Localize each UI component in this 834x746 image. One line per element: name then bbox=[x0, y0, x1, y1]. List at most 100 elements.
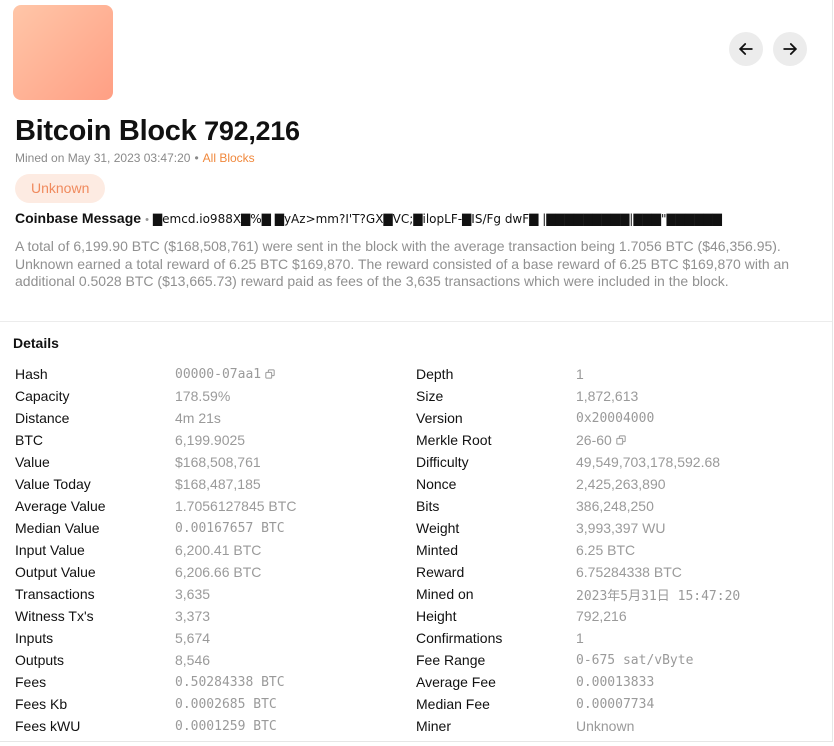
detail-row-bits: Bits 386,248,250 bbox=[416, 495, 740, 517]
copy-icon[interactable] bbox=[265, 369, 275, 379]
detail-value: 26-60 bbox=[576, 432, 626, 448]
detail-label: Minted bbox=[416, 542, 459, 558]
detail-row-hash: Hash 00000-07aa1 bbox=[15, 363, 296, 385]
detail-value: 00000-07aa1 bbox=[175, 367, 275, 382]
detail-value: 3,635 bbox=[175, 586, 210, 602]
detail-label: Fees kWU bbox=[15, 718, 81, 734]
detail-value-text: 6,200.41 BTC bbox=[175, 542, 262, 558]
detail-value-text: $168,508,761 bbox=[175, 454, 261, 470]
detail-value-text: 6,199.9025 bbox=[175, 432, 246, 448]
detail-row-fee-range: Fee Range 0-675 sat/vByte bbox=[416, 649, 740, 671]
detail-value: 3,373 bbox=[175, 608, 210, 624]
detail-value: 0.0002685 BTC bbox=[175, 697, 277, 712]
detail-label: Mined on bbox=[416, 586, 474, 602]
detail-value-text: 8,546 bbox=[175, 652, 211, 668]
detail-value: 1 bbox=[576, 630, 584, 646]
detail-value-text: 26-60 bbox=[576, 432, 612, 448]
miner-badge: Unknown bbox=[15, 174, 106, 203]
detail-value-text: 0.00167657 BTC bbox=[175, 520, 285, 536]
all-blocks-link[interactable]: All Blocks bbox=[203, 151, 255, 165]
detail-value: 49,549,703,178,592.68 bbox=[576, 454, 720, 470]
detail-row-input-value: Input Value 6,200.41 BTC bbox=[15, 539, 296, 561]
detail-value: 1 bbox=[576, 366, 584, 382]
detail-value: 0x20004000 bbox=[576, 411, 654, 426]
detail-label: Inputs bbox=[15, 630, 54, 646]
detail-value-text: $168,487,185 bbox=[175, 476, 261, 492]
detail-value: 2023年5月31日 15:47:20 bbox=[576, 585, 740, 604]
detail-label: Capacity bbox=[15, 388, 70, 404]
detail-value-text: 4m 21s bbox=[175, 410, 221, 426]
page-title: Bitcoin Block 792,216 bbox=[15, 115, 300, 148]
detail-label: Input Value bbox=[15, 542, 85, 558]
detail-label: Fees bbox=[15, 674, 47, 690]
detail-value: 0.50284338 BTC bbox=[175, 675, 285, 690]
detail-label: Outputs bbox=[15, 652, 65, 668]
detail-value: $168,487,185 bbox=[175, 476, 261, 492]
detail-value: 0.0001259 BTC bbox=[175, 719, 277, 734]
detail-row-median-value: Median Value 0.00167657 BTC bbox=[15, 517, 296, 539]
detail-row-value: Value $168,508,761 bbox=[15, 451, 296, 473]
detail-value-text: 3,373 bbox=[175, 608, 211, 624]
detail-value: 792,216 bbox=[576, 608, 627, 624]
coinbase-separator: • bbox=[145, 214, 149, 226]
detail-row-nonce: Nonce 2,425,263,890 bbox=[416, 473, 740, 495]
section-divider bbox=[0, 321, 832, 322]
detail-label: Median Fee bbox=[416, 696, 490, 712]
detail-label: Distance bbox=[15, 410, 70, 426]
detail-label: Difficulty bbox=[416, 454, 469, 470]
detail-label: Fee Range bbox=[416, 652, 486, 668]
detail-value: 3,993,397 WU bbox=[576, 520, 666, 536]
detail-value-text: 2023年5月31日 15:47:20 bbox=[576, 588, 741, 604]
detail-label: Height bbox=[416, 608, 457, 624]
copy-icon[interactable] bbox=[616, 435, 626, 445]
detail-value-text: 00000-07aa1 bbox=[175, 366, 262, 382]
detail-label: Value Today bbox=[15, 476, 91, 492]
details-left-column: Hash 00000-07aa1 Capacity 178.59% Distance 4m… bbox=[15, 363, 296, 737]
detail-value-text: 1 bbox=[576, 630, 584, 646]
detail-value-text: 3,635 bbox=[175, 586, 211, 602]
detail-value: 1.7056127845 BTC bbox=[175, 498, 296, 514]
detail-value: 6,199.9025 bbox=[175, 432, 245, 448]
detail-label: Hash bbox=[15, 366, 48, 382]
detail-value-text: 1 bbox=[576, 366, 584, 382]
detail-value: 6.25 BTC bbox=[576, 542, 635, 558]
detail-value-text: 6.25 BTC bbox=[576, 542, 636, 558]
detail-value-text: 0.0002685 BTC bbox=[175, 696, 277, 712]
detail-label: Average Value bbox=[15, 498, 106, 514]
detail-value: 0.00167657 BTC bbox=[175, 521, 285, 536]
detail-value: 0.00013833 bbox=[576, 675, 654, 690]
detail-row-outputs: Outputs 8,546 bbox=[15, 649, 296, 671]
detail-row-size: Size 1,872,613 bbox=[416, 385, 740, 407]
detail-label: Confirmations bbox=[416, 630, 503, 646]
details-heading: Details bbox=[13, 335, 59, 351]
detail-label: Output Value bbox=[15, 564, 96, 580]
block-number: 792,216 bbox=[204, 116, 300, 146]
detail-value-text: 2,425,263,890 bbox=[576, 476, 666, 492]
detail-value-text: 6.75284338 BTC bbox=[576, 564, 682, 580]
detail-row-fees: Fees 0.50284338 BTC bbox=[15, 671, 296, 693]
detail-row-height: Height 792,216 bbox=[416, 605, 740, 627]
detail-label: Average Fee bbox=[416, 674, 496, 690]
detail-value-text: 0.0001259 BTC bbox=[175, 718, 277, 734]
detail-row-btc: BTC 6,199.9025 bbox=[15, 429, 296, 451]
block-summary: A total of 6,199.90 BTC ($168,508,761) w… bbox=[15, 238, 790, 289]
detail-label: Value bbox=[15, 454, 50, 470]
arrow-right-icon bbox=[783, 43, 797, 55]
detail-row-weight: Weight 3,993,397 WU bbox=[416, 517, 740, 539]
detail-value: 1,872,613 bbox=[576, 388, 638, 404]
block-logo bbox=[13, 5, 113, 100]
detail-label: Weight bbox=[416, 520, 460, 536]
detail-value-text: 5,674 bbox=[175, 630, 211, 646]
detail-value-text: 178.59% bbox=[175, 388, 231, 404]
detail-value: 2,425,263,890 bbox=[576, 476, 666, 492]
detail-value-text: 1,872,613 bbox=[576, 388, 639, 404]
next-block-button[interactable] bbox=[773, 32, 807, 66]
detail-value: $168,508,761 bbox=[175, 454, 261, 470]
detail-row-depth: Depth 1 bbox=[416, 363, 740, 385]
detail-row-fees-kb: Fees Kb 0.0002685 BTC bbox=[15, 693, 296, 715]
coinbase-message-row: Coinbase Message • ▇emcd.io988X▇%▇ ▇yAz>mm… bbox=[15, 210, 815, 226]
previous-block-button[interactable] bbox=[729, 32, 763, 66]
detail-value-text: 1.7056127845 BTC bbox=[175, 498, 297, 514]
detail-value-text: 49,549,703,178,592.68 bbox=[576, 454, 721, 470]
detail-label: Witness Tx's bbox=[15, 608, 94, 624]
